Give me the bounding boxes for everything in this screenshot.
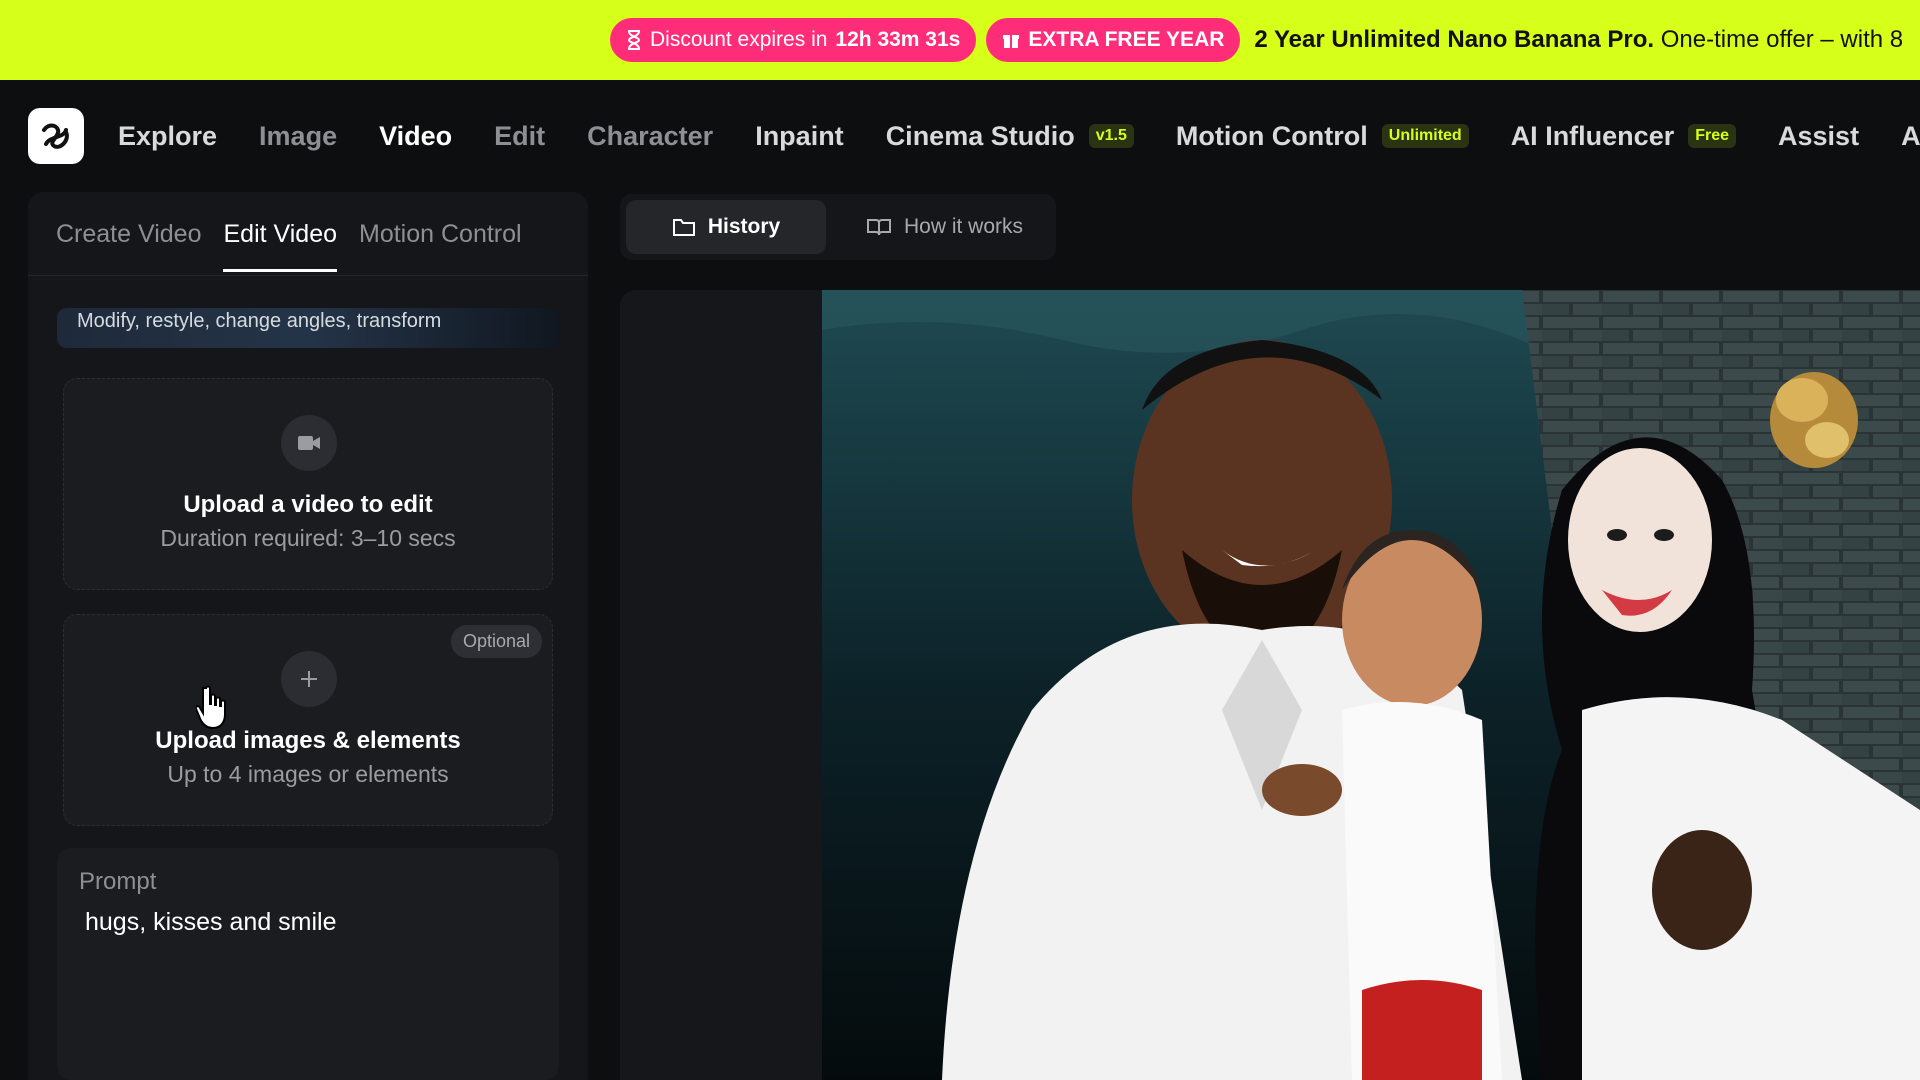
tab-motion-control[interactable]: Motion Control — [359, 220, 522, 272]
upload-images-subtitle: Up to 4 images or elements — [167, 761, 449, 787]
gift-icon — [1003, 35, 1020, 48]
tabs-divider — [28, 275, 588, 276]
hourglass-icon — [627, 30, 641, 50]
upload-video-subtitle: Duration required: 3–10 secs — [160, 525, 456, 551]
prompt-input[interactable]: hugs, kisses and smile — [85, 908, 337, 937]
upload-video-title: Upload a video to edit — [183, 491, 433, 518]
nav-edit-label: Edit — [494, 120, 546, 151]
tab-edit-video[interactable]: Edit Video — [223, 220, 337, 272]
folder-icon — [672, 219, 695, 236]
history-label: History — [707, 215, 781, 238]
optional-badge: Optional — [450, 625, 542, 658]
nav-image-label: Image — [259, 120, 338, 151]
nav-motion-control[interactable]: Motion Control Unlimited — [1176, 121, 1469, 152]
feature-hint-text: Modify, restyle, change angles, transfor… — [77, 310, 442, 332]
nav-assist[interactable]: Assist — [1778, 121, 1859, 152]
history-gallery — [620, 290, 1920, 1080]
history-button[interactable]: History — [626, 200, 826, 254]
nav-inpaint[interactable]: Inpaint — [755, 121, 844, 152]
top-nav: Explore Image Video Edit Character Inpai… — [0, 80, 1920, 192]
nav-cinema-studio[interactable]: Cinema Studio v1.5 — [886, 121, 1134, 152]
promo-banner: Discount expires in 12h 33m 31s EXTRA FR… — [0, 0, 1920, 80]
extra-offer-label: EXTRA FREE YEAR — [1028, 28, 1225, 51]
nav-video-label: Video — [379, 120, 453, 151]
feature-hint-card[interactable]: Modify, restyle, change angles, transfor… — [57, 308, 559, 348]
ai-influencer-badge: Free — [1688, 124, 1737, 148]
mode-tabs: Create Video Edit Video Motion Control — [56, 220, 522, 272]
nav-inpaint-label: Inpaint — [755, 120, 844, 151]
tab-create-video[interactable]: Create Video — [56, 220, 201, 272]
cinema-studio-badge: v1.5 — [1088, 124, 1134, 148]
logo-icon — [42, 123, 69, 149]
nav-ai-influencer-label: AI Influencer — [1510, 120, 1675, 151]
countdown-prefix: Discount expires in — [650, 28, 828, 51]
how-it-works-label: How it works — [904, 215, 1024, 238]
extra-year-pill[interactable]: EXTRA FREE YEAR — [986, 18, 1241, 62]
prompt-box[interactable]: Prompt hugs, kisses and smile — [57, 848, 559, 1080]
edit-video-panel: Create Video Edit Video Motion Control M… — [28, 192, 588, 1080]
promo-headline[interactable]: 2 Year Unlimited Nano Banana Pro. One-ti… — [1254, 26, 1903, 54]
nav-edit[interactable]: Edit — [494, 121, 545, 152]
generated-video-preview[interactable] — [822, 290, 1920, 1080]
upload-images-title: Upload images & elements — [155, 727, 461, 754]
nav-image[interactable]: Image — [259, 121, 337, 152]
promo-headline-bold: 2 Year Unlimited Nano Banana Pro. — [1254, 26, 1655, 53]
nav-character-label: Character — [587, 120, 714, 151]
promo-headline-rest: One-time offer – with 8 — [1660, 26, 1904, 53]
hand-cursor-icon — [196, 685, 226, 730]
nav-assist-label: Assist — [1778, 120, 1860, 151]
nav-video[interactable]: Video — [379, 121, 452, 152]
plus-icon — [281, 651, 337, 707]
app-logo[interactable] — [28, 108, 84, 164]
motion-control-badge: Unlimited — [1381, 124, 1469, 148]
how-it-works-button[interactable]: How it works — [848, 200, 1041, 254]
hanging-flowers — [1770, 372, 1858, 468]
history-switcher: History How it works — [620, 194, 1056, 260]
nav-character[interactable]: Character — [587, 121, 713, 152]
book-icon — [867, 219, 891, 236]
upload-video-dropzone[interactable]: Upload a video to edit Duration required… — [63, 378, 553, 590]
nav-ai-influencer[interactable]: AI Influencer Free — [1510, 120, 1737, 152]
countdown-pill[interactable]: Discount expires in 12h 33m 31s — [610, 18, 977, 62]
upload-images-dropzone[interactable]: Optional Upload images & elements Up to … — [63, 614, 553, 826]
nav-app[interactable]: App — [1901, 121, 1920, 152]
nav-explore[interactable]: Explore — [118, 121, 217, 152]
prompt-label: Prompt — [79, 868, 157, 895]
nav-app-label: App — [1901, 120, 1920, 151]
countdown-time: 12h 33m 31s — [835, 28, 961, 51]
nav-motion-control-label: Motion Control — [1175, 120, 1368, 151]
nav-explore-label: Explore — [118, 120, 218, 151]
nav-cinema-studio-label: Cinema Studio — [885, 120, 1075, 151]
video-camera-icon — [281, 415, 337, 471]
